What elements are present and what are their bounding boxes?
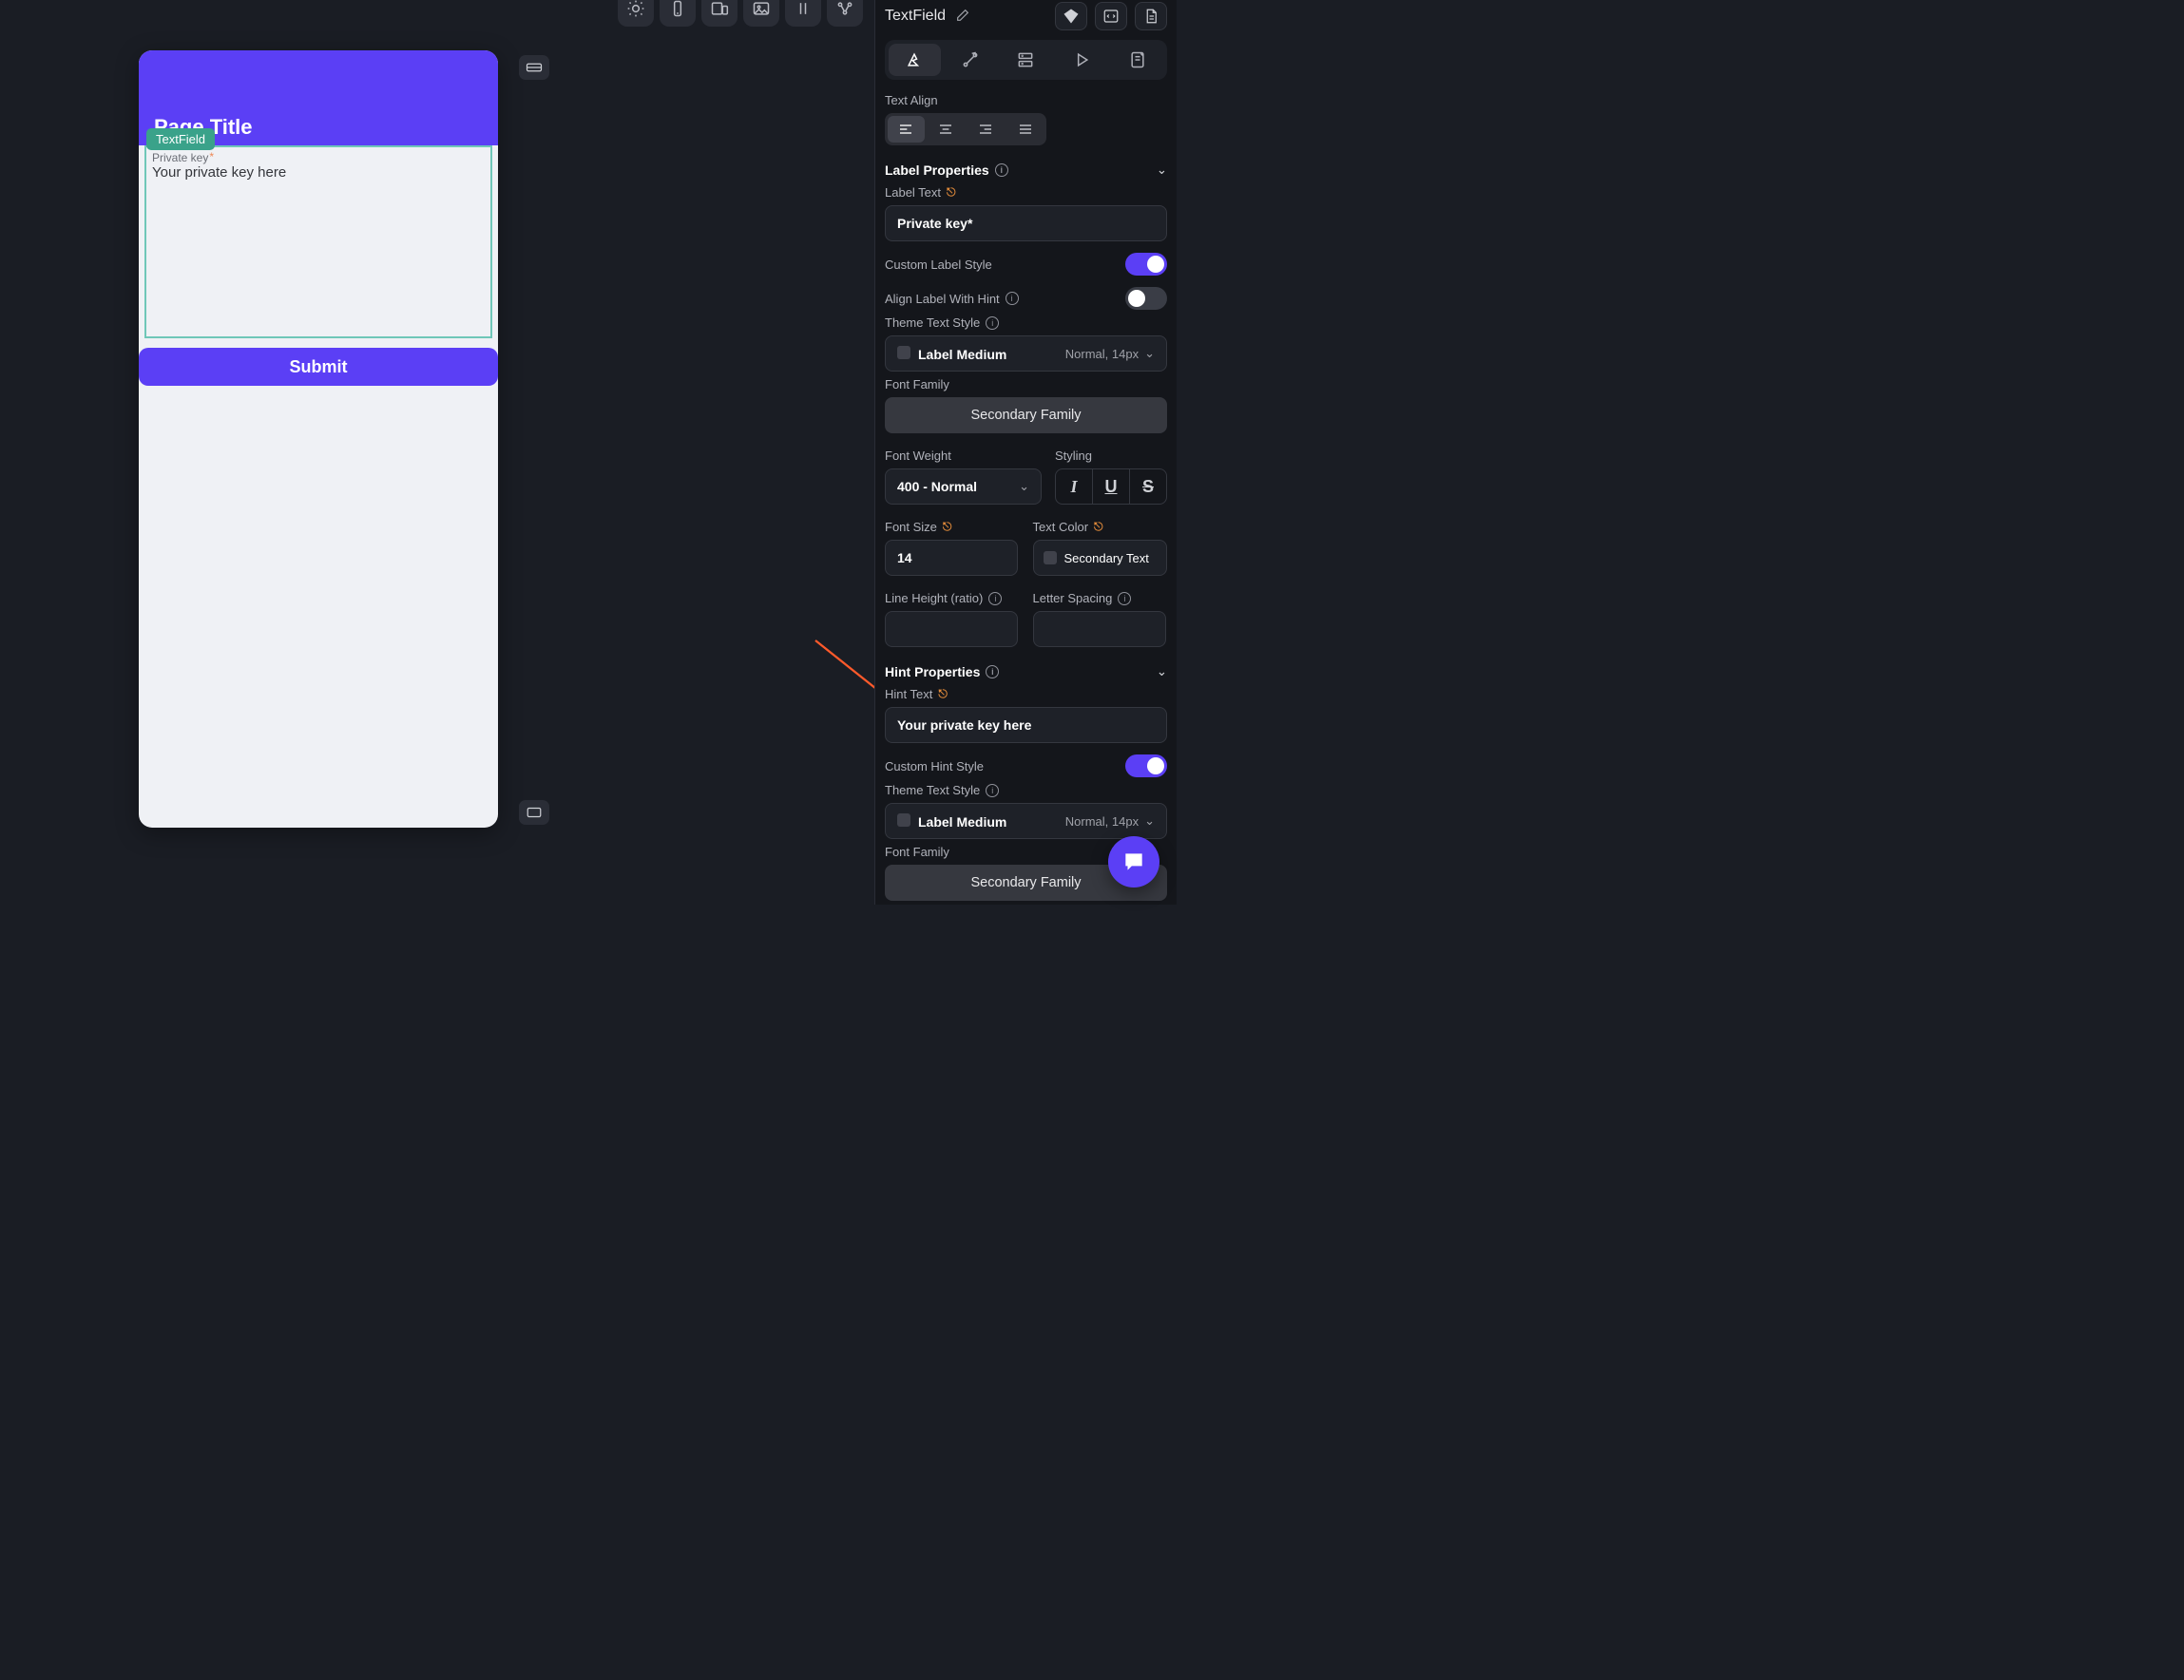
- line-height-label: Line Height (ratio)i: [885, 591, 1020, 605]
- info-icon[interactable]: i: [988, 592, 1002, 605]
- variable-icon[interactable]: ⎋: [938, 687, 947, 701]
- align-right[interactable]: [967, 116, 1005, 143]
- textfield-label: Private key: [152, 151, 485, 164]
- hint-text-input[interactable]: [885, 707, 1167, 743]
- tab-document[interactable]: [1111, 44, 1163, 76]
- panel-tabs: [885, 40, 1167, 80]
- font-weight-label: Font Weight: [885, 449, 1042, 463]
- textfield-widget[interactable]: Private key Your private key here: [144, 145, 492, 338]
- align-label-with-hint-label: Align Label With Hinti: [885, 292, 1019, 306]
- section-label-properties[interactable]: Label Properties i ⌄: [885, 162, 1167, 178]
- font-family-button[interactable]: Secondary Family: [885, 397, 1167, 433]
- submit-button[interactable]: Submit: [139, 348, 498, 386]
- canvas: Page Title TextField Private key Your pr…: [0, 0, 874, 905]
- panel-header: TextField: [885, 0, 1167, 40]
- italic-button[interactable]: I: [1056, 469, 1092, 504]
- align-label-with-hint-toggle[interactable]: [1125, 287, 1167, 310]
- info-icon[interactable]: i: [986, 784, 999, 797]
- variable-icon[interactable]: ⎋: [943, 520, 951, 534]
- hint-text-label: Hint Text⎋: [885, 687, 1167, 701]
- section-title: Label Properties: [885, 162, 989, 178]
- text-color-label: Text Color⎋: [1033, 520, 1168, 534]
- info-icon[interactable]: i: [986, 316, 999, 330]
- chevron-down-icon: ⌄: [1144, 346, 1155, 361]
- selected-widget-title: TextField: [885, 8, 946, 25]
- letter-spacing-label: Letter Spacingi: [1033, 591, 1168, 605]
- hint-theme-text-style-label: Theme Text Stylei: [885, 783, 1167, 797]
- strikethrough-button[interactable]: S: [1129, 469, 1166, 504]
- widget-badge[interactable]: TextField: [146, 128, 215, 150]
- custom-hint-style-toggle[interactable]: [1125, 754, 1167, 777]
- pencil-icon[interactable]: [955, 8, 970, 26]
- custom-label-style-toggle[interactable]: [1125, 253, 1167, 276]
- section-title: Hint Properties: [885, 664, 980, 679]
- line-height-input[interactable]: [885, 611, 1018, 647]
- text-align-label: Text Align: [885, 93, 1167, 107]
- docs-icon[interactable]: [1135, 2, 1167, 30]
- font-family-label: Font Family: [885, 377, 1167, 391]
- properties-panel: TextField Text Align Label Properties i ⌄…: [874, 0, 1177, 905]
- text-align-segmented: [885, 113, 1046, 145]
- font-weight-select[interactable]: 400 - Normal ⌄: [885, 468, 1042, 505]
- variable-icon[interactable]: ⎋: [947, 185, 955, 200]
- tab-actions[interactable]: [945, 44, 997, 76]
- tab-design[interactable]: [889, 44, 941, 76]
- label-text-input[interactable]: [885, 205, 1167, 241]
- font-size-input[interactable]: [885, 540, 1018, 576]
- styling-label: Styling: [1055, 449, 1167, 463]
- style-swatch-icon: [897, 813, 910, 827]
- underline-button[interactable]: U: [1092, 469, 1129, 504]
- theme-text-style-label: Theme Text Stylei: [885, 315, 1167, 330]
- text-color-select[interactable]: Secondary Text: [1033, 540, 1168, 576]
- chevron-down-icon[interactable]: ⌄: [1157, 664, 1167, 679]
- style-swatch-icon: [897, 346, 910, 359]
- info-icon[interactable]: i: [1006, 292, 1019, 305]
- info-icon[interactable]: i: [1118, 592, 1131, 605]
- expand-bottom-chip[interactable]: [519, 800, 549, 825]
- align-left[interactable]: [888, 116, 925, 143]
- tab-data[interactable]: [1000, 44, 1052, 76]
- label-text-label: Label Text⎋: [885, 185, 1167, 200]
- variable-icon[interactable]: ⎋: [1094, 520, 1102, 534]
- chat-fab[interactable]: [1108, 836, 1159, 888]
- diamond-icon[interactable]: [1055, 2, 1087, 30]
- chevron-down-icon: ⌄: [1019, 479, 1029, 494]
- font-size-label: Font Size⎋: [885, 520, 1020, 534]
- align-justify[interactable]: [1006, 116, 1044, 143]
- section-hint-properties[interactable]: Hint Properties i ⌄: [885, 664, 1167, 679]
- info-icon[interactable]: i: [995, 163, 1008, 177]
- align-center[interactable]: [928, 116, 965, 143]
- code-icon[interactable]: [1095, 2, 1127, 30]
- textfield-hint: Your private key here: [152, 164, 485, 181]
- theme-text-style-select[interactable]: Label Medium Normal, 14px⌄: [885, 335, 1167, 372]
- letter-spacing-input[interactable]: [1033, 611, 1166, 647]
- chevron-down-icon[interactable]: ⌄: [1157, 162, 1167, 178]
- custom-hint-style-label: Custom Hint Style: [885, 759, 984, 773]
- info-icon[interactable]: i: [986, 665, 999, 678]
- hint-theme-text-style-select[interactable]: Label Medium Normal, 14px⌄: [885, 803, 1167, 839]
- tab-preview[interactable]: [1056, 44, 1108, 76]
- chevron-down-icon: ⌄: [1144, 813, 1155, 829]
- expand-top-chip[interactable]: [519, 55, 549, 80]
- color-swatch-icon: [1044, 551, 1057, 564]
- custom-label-style-label: Custom Label Style: [885, 258, 992, 272]
- styling-group: I U S: [1055, 468, 1167, 505]
